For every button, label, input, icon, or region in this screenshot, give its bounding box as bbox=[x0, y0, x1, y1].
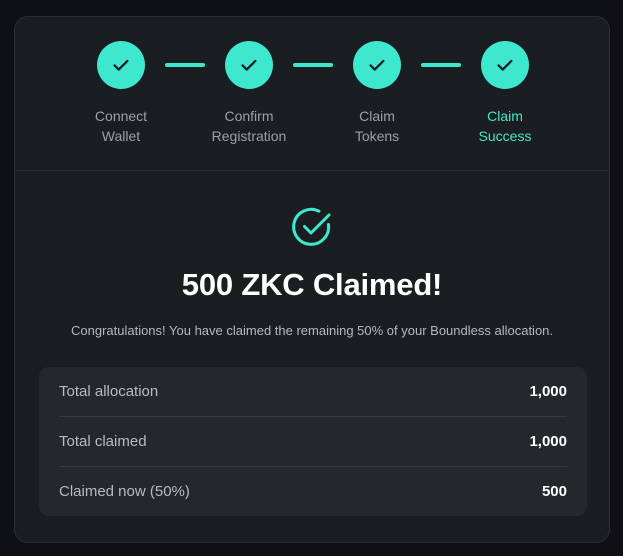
step-complete-indicator bbox=[353, 41, 401, 89]
step-claim-tokens: Claim Tokens bbox=[312, 41, 442, 146]
step-confirm-registration: Confirm Registration bbox=[184, 41, 314, 146]
step-connect-wallet: Connect Wallet bbox=[56, 41, 186, 146]
check-icon bbox=[113, 59, 129, 71]
step-label: Confirm Registration bbox=[211, 108, 287, 144]
step-label: Claim Tokens bbox=[354, 108, 400, 144]
summary-value: 1,000 bbox=[529, 383, 567, 400]
step-label: Claim Success bbox=[478, 108, 532, 144]
check-icon bbox=[369, 59, 385, 71]
summary-value: 1,000 bbox=[529, 433, 567, 450]
success-panel: 500 ZKC Claimed! Congratulations! You ha… bbox=[15, 170, 609, 340]
check-icon bbox=[241, 59, 257, 71]
check-circle-icon bbox=[292, 207, 331, 246]
summary-label: Claimed now (50%) bbox=[59, 483, 190, 500]
summary-row-claimed-now: Claimed now (50%) 500 bbox=[59, 467, 567, 516]
step-complete-indicator bbox=[225, 41, 273, 89]
step-complete-indicator bbox=[97, 41, 145, 89]
summary-label: Total allocation bbox=[59, 383, 159, 400]
summary-row-total-claimed: Total claimed 1,000 bbox=[59, 417, 567, 467]
claim-card: Connect Wallet Confirm Registration Clai… bbox=[14, 16, 610, 543]
claim-stepper: Connect Wallet Confirm Registration Clai… bbox=[15, 17, 609, 171]
allocation-summary: Total allocation 1,000 Total claimed 1,0… bbox=[39, 367, 587, 516]
summary-label: Total claimed bbox=[59, 433, 147, 450]
step-complete-indicator bbox=[481, 41, 529, 89]
check-icon bbox=[497, 59, 513, 71]
claim-headline: 500 ZKC Claimed! bbox=[181, 267, 443, 302]
step-claim-success: Claim Success bbox=[440, 41, 570, 146]
summary-value: 500 bbox=[541, 483, 567, 500]
step-label: Connect Wallet bbox=[94, 108, 148, 144]
claim-message: Congratulations! You have claimed the re… bbox=[70, 323, 554, 338]
summary-row-total-allocation: Total allocation 1,000 bbox=[59, 367, 567, 417]
